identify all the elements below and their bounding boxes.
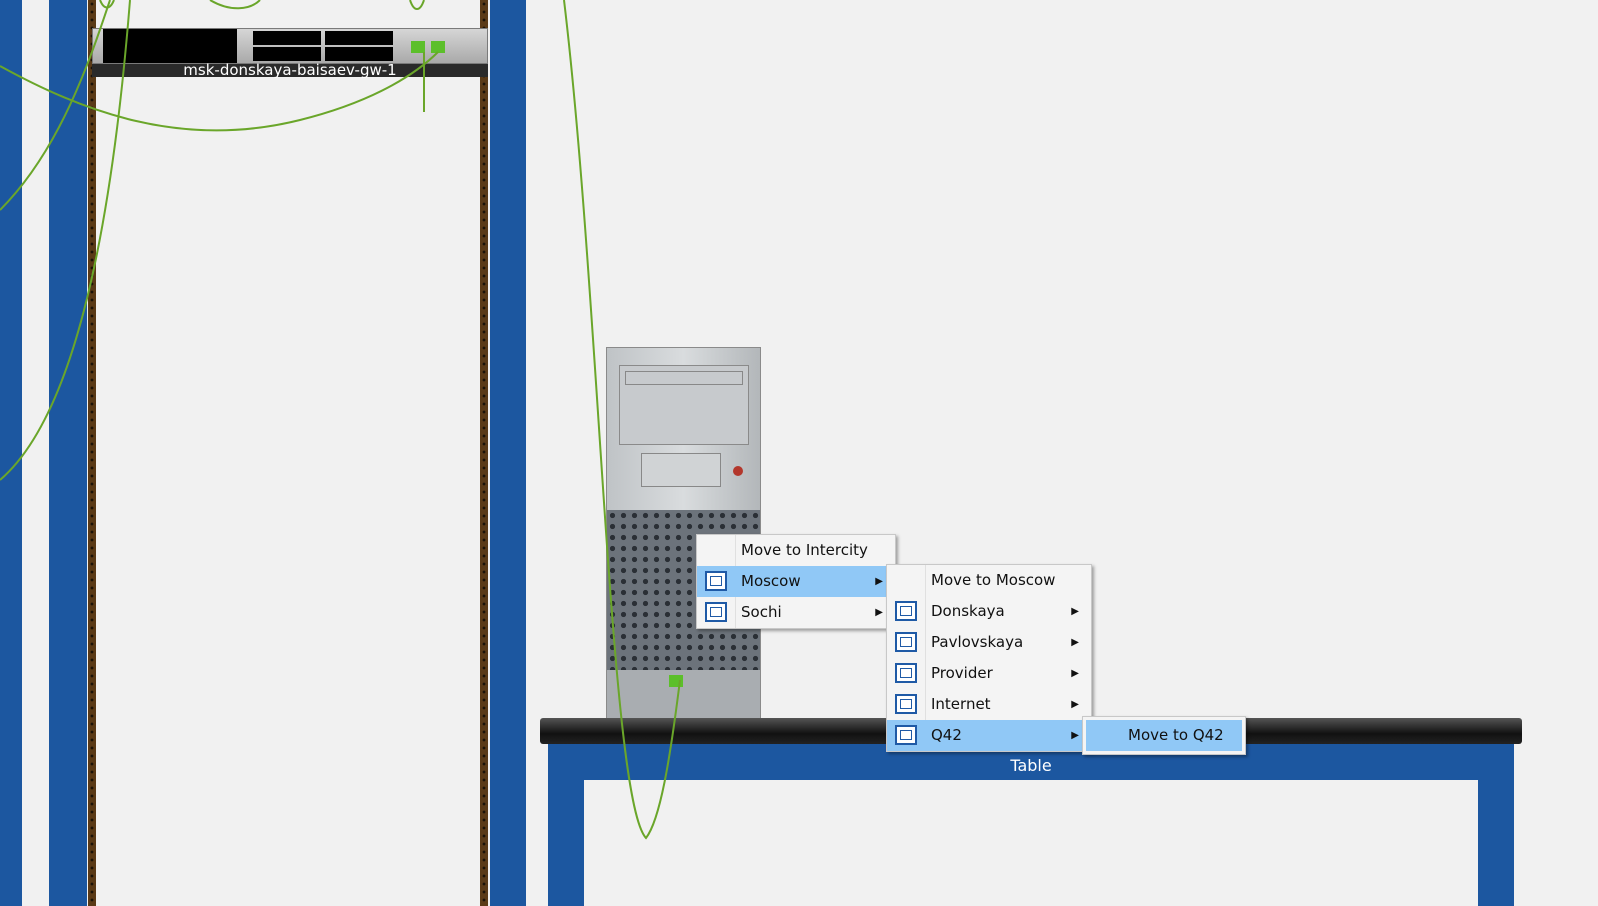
submenu-arrow-icon: ▶ <box>1071 637 1079 648</box>
menu-item-label: Q42 <box>931 726 962 744</box>
building-icon <box>895 632 917 652</box>
context-menu-q42: Move to Q42 <box>1082 716 1246 755</box>
submenu-arrow-icon: ▶ <box>1071 668 1079 679</box>
rack-rail-left <box>88 0 96 906</box>
menu-item-sochi[interactable]: Sochi ▶ <box>697 597 895 628</box>
menu-item-label: Move to Moscow <box>931 571 1056 589</box>
rack-post-left <box>49 0 87 906</box>
menu-item-provider[interactable]: Provider ▶ <box>887 658 1091 689</box>
rack-rail-right <box>480 0 488 906</box>
pc-tower[interactable] <box>606 347 761 718</box>
menu-item-pavlovskaya[interactable]: Pavlovskaya ▶ <box>887 627 1091 658</box>
table-label: Table <box>1010 756 1052 775</box>
menu-item-label: Moscow <box>741 572 801 590</box>
gateway-slot-3 <box>253 47 321 61</box>
menu-item-move-to-moscow[interactable]: Move to Moscow <box>887 565 1091 596</box>
menu-item-label: Move to Intercity <box>741 541 868 559</box>
map-icon <box>705 602 727 622</box>
rack-post-left-outer <box>0 0 22 906</box>
menu-item-q42[interactable]: Q42 ▶ <box>887 720 1091 751</box>
gateway-port-1[interactable] <box>411 41 425 53</box>
context-menu-root: Move to Intercity Moscow ▶ Sochi ▶ <box>696 534 896 629</box>
pc-io-panel <box>607 670 760 718</box>
network-port[interactable] <box>669 675 683 687</box>
menu-item-moscow[interactable]: Moscow ▶ <box>697 566 895 597</box>
gateway-slot-4 <box>325 47 393 61</box>
menu-item-label: Pavlovskaya <box>931 633 1024 651</box>
map-icon <box>705 571 727 591</box>
submenu-arrow-icon: ▶ <box>875 607 883 618</box>
floppy-drive <box>641 453 721 487</box>
optical-drive-slot <box>625 371 743 385</box>
building-icon <box>895 601 917 621</box>
menu-item-move-to-q42[interactable]: Move to Q42 <box>1086 720 1242 751</box>
submenu-arrow-icon: ▶ <box>1071 606 1079 617</box>
rack-post-right <box>490 0 526 906</box>
context-menu-moscow: Move to Moscow Donskaya ▶ Pavlovskaya ▶ … <box>886 564 1092 752</box>
gateway-device[interactable] <box>92 28 488 64</box>
menu-item-label: Move to Q42 <box>1128 726 1224 744</box>
menu-item-move-to-intercity[interactable]: Move to Intercity <box>697 535 895 566</box>
menu-item-label: Donskaya <box>931 602 1005 620</box>
cable-5 <box>99 0 425 10</box>
menu-item-internet[interactable]: Internet ▶ <box>887 689 1091 720</box>
menu-item-label: Internet <box>931 695 991 713</box>
submenu-arrow-icon: ▶ <box>1071 699 1079 710</box>
gateway-slot-2 <box>325 31 393 45</box>
gateway-label: msk-donskaya-baisaev-gw-1 <box>92 63 488 78</box>
submenu-arrow-icon: ▶ <box>1071 730 1079 741</box>
gateway-port-2[interactable] <box>431 41 445 53</box>
menu-item-donskaya[interactable]: Donskaya ▶ <box>887 596 1091 627</box>
building-icon <box>895 725 917 745</box>
power-button[interactable] <box>733 466 743 476</box>
menu-item-label: Sochi <box>741 603 782 621</box>
building-icon <box>895 694 917 714</box>
gateway-front-panel <box>103 29 237 63</box>
submenu-arrow-icon: ▶ <box>875 576 883 587</box>
gateway-slot-1 <box>253 31 321 45</box>
menu-item-label: Provider <box>931 664 993 682</box>
building-icon <box>895 663 917 683</box>
